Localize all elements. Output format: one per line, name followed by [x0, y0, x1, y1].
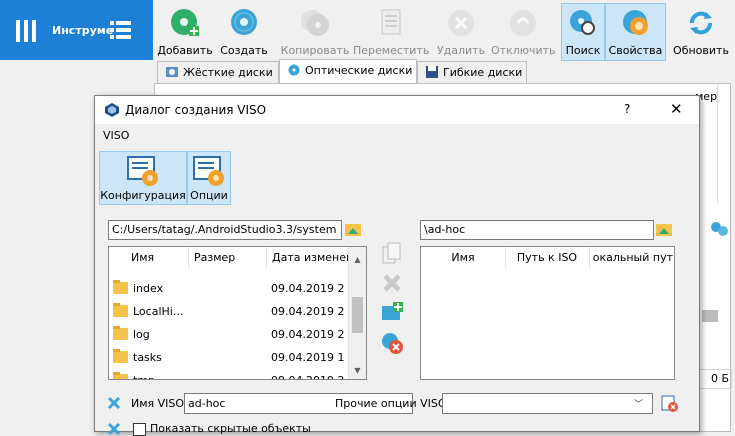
host-list-scrollbar[interactable]: ▲ ▼	[348, 247, 366, 379]
reset-viso-icon[interactable]	[380, 331, 404, 355]
search-button[interactable]: Поиск	[561, 3, 605, 61]
optical-disk-icon	[288, 64, 300, 76]
custom-options-select[interactable]	[442, 393, 653, 414]
copy-to-viso-icon[interactable]	[380, 242, 404, 266]
configuration-gear-icon	[127, 156, 158, 186]
help-button[interactable]: ?	[624, 102, 630, 116]
show-hidden-label: Показать скрытые объекты	[150, 422, 311, 435]
header-divider	[717, 84, 730, 204]
release-disk-icon	[510, 10, 536, 36]
copy-disk-icon	[301, 10, 329, 36]
folder-icon	[113, 349, 128, 363]
host-col-size[interactable]: Размер	[189, 247, 267, 269]
menu-viso[interactable]: VISO	[103, 129, 129, 142]
tab-optical-disks[interactable]: Оптические диски	[279, 59, 417, 84]
options-reset-icon[interactable]	[660, 394, 678, 412]
folder-gray-icon[interactable]	[702, 308, 718, 322]
folder-icon	[113, 303, 128, 317]
tab-hard-disks[interactable]: Жёсткие диски	[157, 61, 279, 83]
copy-button[interactable]: Копировать	[280, 4, 350, 60]
tools-panel[interactable]: Инструме	[0, 0, 153, 60]
host-row-localhistory[interactable]: LocalHi... 09.04.2019 2	[109, 300, 349, 323]
add-disk-icon	[171, 9, 199, 36]
host-file-list[interactable]: Имя Размер Дата изменен index 09.04.2019 …	[108, 246, 367, 380]
search-disk-icon	[570, 10, 595, 35]
host-row-log[interactable]: log 09.04.2019 2	[109, 323, 349, 346]
create-disk-icon	[231, 9, 257, 35]
dropdown-chevron-icon[interactable]: ﹀	[634, 397, 643, 410]
configuration-button[interactable]: Конфигурация	[99, 151, 187, 205]
dialog-titlebar[interactable]: Диалог создания VISO ? ✕	[95, 96, 699, 124]
close-button[interactable]: ✕	[670, 100, 683, 118]
search-small-icon[interactable]	[710, 221, 730, 237]
properties-button[interactable]: Свойства	[605, 3, 666, 61]
floppy-disk-icon	[426, 66, 438, 78]
folder-icon	[113, 280, 128, 294]
viso-name-label: Имя VISO:	[131, 397, 188, 410]
tools-label: Инструме	[52, 24, 114, 37]
host-col-name[interactable]: Имя	[109, 247, 189, 269]
viso-creator-dialog: Диалог создания VISO ? ✕ VISO Конфигурац…	[94, 95, 700, 436]
scroll-down-arrow-icon[interactable]: ▼	[349, 366, 366, 375]
scroll-up-arrow-icon[interactable]: ▲	[349, 255, 366, 264]
folder-icon	[113, 372, 128, 379]
viso-content-list[interactable]: Имя Путь к ISO окальный пут	[420, 246, 675, 380]
create-button[interactable]: Создать	[216, 4, 272, 60]
host-row-index[interactable]: index 09.04.2019 2	[109, 277, 349, 300]
remove-from-viso-icon[interactable]	[380, 271, 404, 295]
host-path-field[interactable]: C:/Users/tatag/.AndroidStudio3.3/system	[108, 220, 342, 240]
host-folder-up-icon[interactable]	[344, 220, 362, 238]
viso-col-local-path[interactable]: окальный пут	[589, 247, 673, 269]
viso-path-field[interactable]: \ad-hoc	[420, 220, 654, 240]
new-directory-icon[interactable]	[380, 300, 404, 324]
host-row-tmp[interactable]: tmp09.04.2019 2	[109, 369, 349, 379]
remove-disk-icon	[448, 10, 474, 36]
scroll-thumb[interactable]	[352, 297, 363, 333]
add-button[interactable]: Добавить	[156, 4, 214, 60]
viso-col-name[interactable]: Имя	[421, 247, 506, 269]
viso-name-status-icon	[107, 396, 121, 410]
checkbox-status-icon	[107, 422, 121, 436]
custom-options-label: Прочие опции VISO:	[335, 397, 451, 410]
host-col-date[interactable]: Дата изменен	[267, 247, 349, 269]
menu-list-icon[interactable]	[110, 20, 132, 40]
viso-folder-up-icon[interactable]	[655, 220, 673, 238]
virtualbox-app-icon	[105, 103, 119, 117]
hard-disk-icon	[166, 67, 178, 77]
refresh-icon	[690, 11, 712, 35]
move-button[interactable]: Переместить	[353, 4, 429, 60]
remove-button[interactable]: Удалить	[433, 4, 489, 60]
release-button[interactable]: Отключить	[491, 4, 556, 60]
host-row-tasks[interactable]: tasks 09.04.2019 1	[109, 346, 349, 369]
options-gear-icon	[193, 156, 224, 186]
tools-icon	[16, 20, 36, 42]
options-button[interactable]: Опции	[187, 151, 231, 205]
dialog-title: Диалог создания VISO	[125, 103, 267, 117]
folder-icon	[113, 326, 128, 340]
tab-floppy-disks[interactable]: Гибкие диски	[417, 61, 527, 83]
move-file-icon	[381, 9, 401, 35]
viso-col-iso-path[interactable]: Путь к ISO	[505, 247, 590, 269]
refresh-button[interactable]: Обновить	[671, 4, 731, 60]
properties-gear-icon	[622, 10, 648, 35]
